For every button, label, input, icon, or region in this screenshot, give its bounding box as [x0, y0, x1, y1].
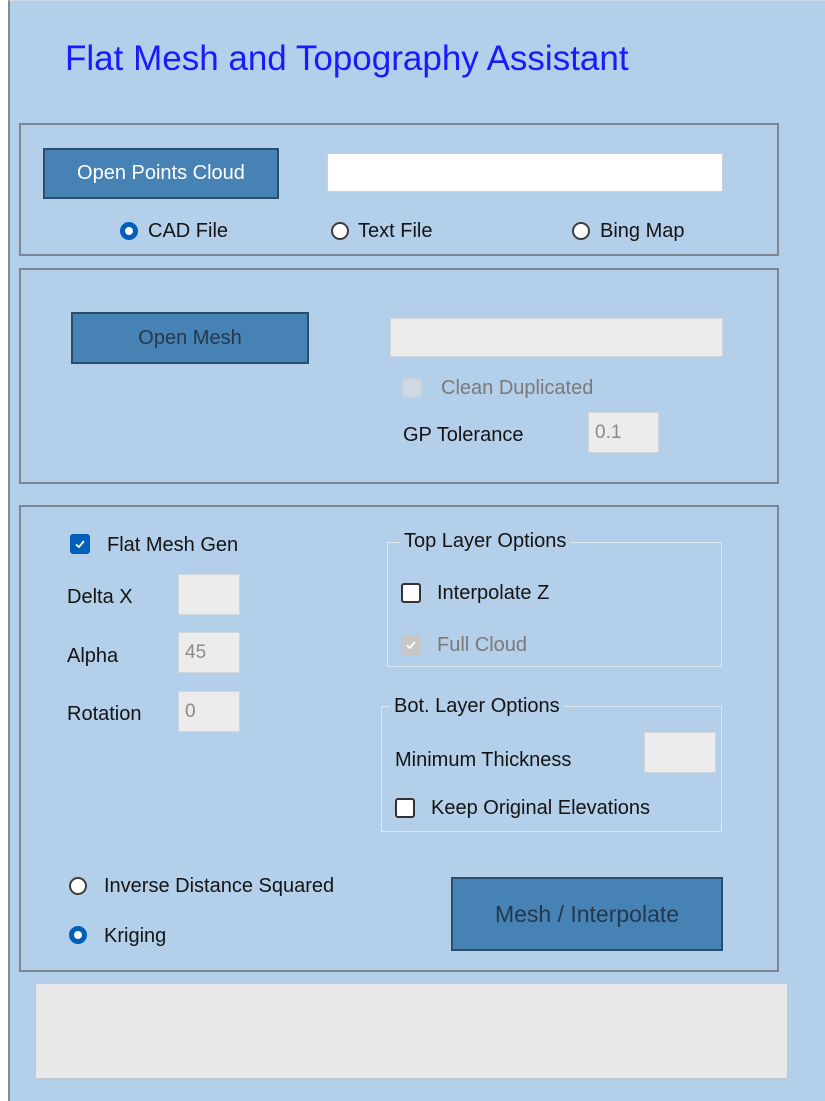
- minimum-thickness-input[interactable]: [645, 733, 715, 772]
- cad-file-label: CAD File: [148, 220, 229, 242]
- delta-x-label: Delta X: [67, 586, 133, 608]
- interpolate-z-label: Interpolate Z: [437, 582, 550, 604]
- points-cloud-path-input[interactable]: [328, 154, 722, 191]
- gp-tolerance-field[interactable]: [588, 412, 659, 453]
- rotation-field[interactable]: [178, 691, 240, 732]
- alpha-input[interactable]: [179, 633, 239, 672]
- kriging-radio[interactable]: [69, 926, 87, 944]
- inverse-distance-squared-label: Inverse Distance Squared: [104, 875, 335, 897]
- alpha-field[interactable]: [178, 632, 240, 673]
- gp-tolerance-label: GP Tolerance: [403, 424, 524, 446]
- open-points-cloud-button[interactable]: Open Points Cloud: [43, 148, 279, 199]
- status-panel: [35, 983, 788, 1079]
- keep-original-elevations-checkbox[interactable]: [395, 798, 415, 818]
- rotation-label: Rotation: [67, 703, 142, 725]
- delta-x-field[interactable]: [178, 574, 240, 615]
- cad-file-radio[interactable]: [120, 222, 138, 240]
- flat-mesh-gen-label: Flat Mesh Gen: [107, 534, 239, 556]
- inverse-distance-squared-radio[interactable]: [69, 877, 87, 895]
- main-window: Flat Mesh and Topography Assistant Open …: [8, 0, 825, 1101]
- text-file-radio[interactable]: [331, 222, 349, 240]
- checkmark-icon: [75, 540, 85, 549]
- mesh-path-input[interactable]: [391, 319, 722, 356]
- delta-x-input[interactable]: [179, 575, 239, 614]
- text-file-label: Text File: [358, 220, 433, 242]
- full-cloud-checkbox[interactable]: [401, 635, 421, 655]
- clean-duplicated-checkbox[interactable]: [402, 378, 422, 398]
- mesh-group: [19, 268, 779, 484]
- points-cloud-path-field[interactable]: [327, 153, 723, 192]
- gp-tolerance-input[interactable]: [589, 413, 658, 452]
- bot-layer-options-legend: Bot. Layer Options: [390, 695, 564, 718]
- alpha-label: Alpha: [67, 645, 119, 667]
- app-title: Flat Mesh and Topography Assistant: [65, 39, 629, 78]
- full-cloud-label: Full Cloud: [437, 634, 528, 656]
- checkmark-icon: [406, 641, 416, 650]
- open-mesh-button[interactable]: Open Mesh: [71, 312, 309, 364]
- clean-duplicated-label: Clean Duplicated: [441, 377, 594, 399]
- minimum-thickness-field[interactable]: [644, 732, 716, 773]
- top-layer-options-legend: Top Layer Options: [400, 530, 571, 553]
- keep-original-elevations-label: Keep Original Elevations: [431, 797, 651, 819]
- minimum-thickness-label: Minimum Thickness: [395, 749, 572, 771]
- bing-map-label: Bing Map: [600, 220, 685, 242]
- kriging-label: Kriging: [104, 925, 167, 947]
- mesh-interpolate-button[interactable]: Mesh / Interpolate: [451, 877, 723, 951]
- rotation-input[interactable]: [179, 692, 239, 731]
- interpolate-z-checkbox[interactable]: [401, 583, 421, 603]
- flat-mesh-gen-checkbox[interactable]: [70, 534, 90, 554]
- bing-map-radio[interactable]: [572, 222, 590, 240]
- mesh-path-field[interactable]: [390, 318, 723, 357]
